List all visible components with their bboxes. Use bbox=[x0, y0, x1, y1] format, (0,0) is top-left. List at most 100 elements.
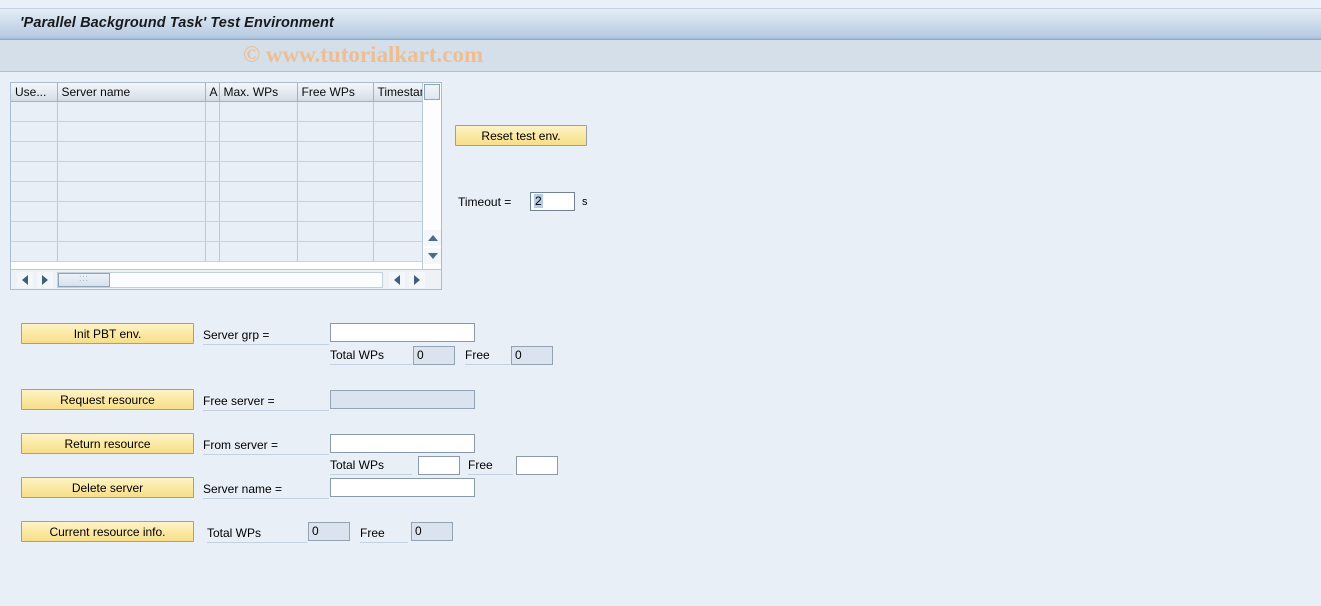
table-cell[interactable] bbox=[219, 141, 298, 162]
table-cell[interactable] bbox=[11, 161, 58, 182]
table-cell[interactable] bbox=[57, 101, 206, 122]
header-subbar bbox=[0, 40, 1321, 72]
table-row[interactable] bbox=[11, 161, 423, 182]
table-cell[interactable] bbox=[297, 181, 374, 202]
free-label-return: Free bbox=[468, 458, 513, 475]
window-titlebar: 'Parallel Background Task' Test Environm… bbox=[0, 8, 1321, 40]
table-vertical-scrollbar[interactable] bbox=[422, 83, 441, 269]
table-cell[interactable] bbox=[11, 101, 58, 122]
table-cell[interactable] bbox=[219, 101, 298, 122]
scroll-right-button[interactable] bbox=[37, 272, 53, 288]
delete-server-button[interactable]: Delete server bbox=[21, 477, 194, 498]
table-cell[interactable] bbox=[11, 221, 58, 242]
column-header-free-wps[interactable]: Free WPs bbox=[297, 83, 374, 102]
table-cell[interactable] bbox=[373, 101, 423, 122]
horizontal-scroll-track[interactable]: ⁚⁚⁚ bbox=[57, 272, 383, 288]
table-cell[interactable] bbox=[57, 121, 206, 142]
table-cell[interactable] bbox=[57, 241, 206, 262]
table-cell[interactable] bbox=[205, 241, 220, 262]
table-cell[interactable] bbox=[297, 141, 374, 162]
scroll-left-button-secondary[interactable] bbox=[389, 272, 405, 288]
table-cell[interactable] bbox=[205, 141, 220, 162]
table-cell[interactable] bbox=[57, 141, 206, 162]
table-cell[interactable] bbox=[11, 181, 58, 202]
table-cell[interactable] bbox=[297, 241, 374, 262]
table-row[interactable] bbox=[11, 141, 423, 162]
column-header-a[interactable]: A bbox=[205, 83, 220, 102]
triangle-right-icon bbox=[42, 275, 48, 285]
from-server-input[interactable] bbox=[330, 434, 475, 453]
table-cell[interactable] bbox=[373, 181, 423, 202]
select-all-button[interactable] bbox=[424, 84, 440, 100]
return-resource-button[interactable]: Return resource bbox=[21, 433, 194, 454]
table-cell[interactable] bbox=[297, 161, 374, 182]
total-wps-label-info: Total WPs bbox=[207, 526, 307, 543]
table-cell[interactable] bbox=[205, 201, 220, 222]
reset-test-env-button[interactable]: Reset test env. bbox=[455, 125, 587, 146]
total-wps-value-info: 0 bbox=[308, 522, 350, 541]
table-horizontal-scrollbar[interactable]: ⁚⁚⁚ bbox=[11, 269, 441, 289]
free-input-return[interactable] bbox=[516, 456, 558, 475]
table-cell[interactable] bbox=[57, 181, 206, 202]
table-cell[interactable] bbox=[205, 181, 220, 202]
init-pbt-env-button[interactable]: Init PBT env. bbox=[21, 323, 194, 344]
server-table-control[interactable]: Use... Server name A Max. WPs Free WPs T… bbox=[10, 82, 442, 290]
request-resource-button[interactable]: Request resource bbox=[21, 389, 194, 410]
table-row[interactable] bbox=[11, 101, 423, 122]
table-cell[interactable] bbox=[11, 141, 58, 162]
server-name-input[interactable] bbox=[330, 478, 475, 497]
table-cell[interactable] bbox=[297, 121, 374, 142]
watermark-text: © www.tutorialkart.com bbox=[243, 42, 484, 67]
table-row[interactable] bbox=[11, 181, 423, 202]
scroll-up-button[interactable] bbox=[424, 230, 441, 246]
column-header-user[interactable]: Use... bbox=[11, 83, 58, 102]
table-cell[interactable] bbox=[219, 221, 298, 242]
free-label-info: Free bbox=[360, 526, 408, 543]
table-cell[interactable] bbox=[57, 201, 206, 222]
table-cell[interactable] bbox=[205, 221, 220, 242]
current-resource-info-button[interactable]: Current resource info. bbox=[21, 521, 194, 542]
table-cell[interactable] bbox=[373, 141, 423, 162]
table-cell[interactable] bbox=[219, 161, 298, 182]
scroll-right-button-secondary[interactable] bbox=[409, 272, 425, 288]
table-body bbox=[11, 101, 423, 262]
triangle-left-icon bbox=[22, 275, 28, 285]
column-header-server-name[interactable]: Server name bbox=[57, 83, 206, 102]
table-cell[interactable] bbox=[373, 221, 423, 242]
total-wps-input-return[interactable] bbox=[418, 456, 460, 475]
timeout-input[interactable]: 2 bbox=[530, 192, 575, 211]
table-row[interactable] bbox=[11, 221, 423, 242]
table-cell[interactable] bbox=[219, 201, 298, 222]
column-header-max-wps[interactable]: Max. WPs bbox=[219, 83, 298, 102]
table-cell[interactable] bbox=[373, 161, 423, 182]
table-cell[interactable] bbox=[57, 161, 206, 182]
table-cell[interactable] bbox=[297, 101, 374, 122]
free-label-init: Free bbox=[465, 348, 510, 365]
table-cell[interactable] bbox=[205, 121, 220, 142]
scroll-left-button[interactable] bbox=[17, 272, 33, 288]
server-name-label: Server name = bbox=[203, 482, 329, 499]
table-cell[interactable] bbox=[11, 241, 58, 262]
server-grp-input[interactable] bbox=[330, 323, 475, 342]
table-cell[interactable] bbox=[219, 121, 298, 142]
server-grp-label: Server grp = bbox=[203, 328, 329, 345]
table-cell[interactable] bbox=[373, 241, 423, 262]
table-cell[interactable] bbox=[205, 161, 220, 182]
table-row[interactable] bbox=[11, 121, 423, 142]
table-cell[interactable] bbox=[297, 221, 374, 242]
table-cell[interactable] bbox=[11, 121, 58, 142]
table-cell[interactable] bbox=[219, 241, 298, 262]
table-cell[interactable] bbox=[219, 181, 298, 202]
table-header-row: Use... Server name A Max. WPs Free WPs T… bbox=[11, 83, 423, 102]
table-cell[interactable] bbox=[11, 201, 58, 222]
table-cell[interactable] bbox=[373, 201, 423, 222]
table-cell[interactable] bbox=[373, 121, 423, 142]
table-row[interactable] bbox=[11, 201, 423, 222]
column-header-timestamp[interactable]: Timestamp bbox=[373, 83, 423, 102]
table-row[interactable] bbox=[11, 241, 423, 262]
scroll-down-button[interactable] bbox=[424, 248, 441, 264]
horizontal-scroll-thumb[interactable]: ⁚⁚⁚ bbox=[58, 273, 110, 287]
table-cell[interactable] bbox=[297, 201, 374, 222]
table-cell[interactable] bbox=[205, 101, 220, 122]
table-cell[interactable] bbox=[57, 221, 206, 242]
